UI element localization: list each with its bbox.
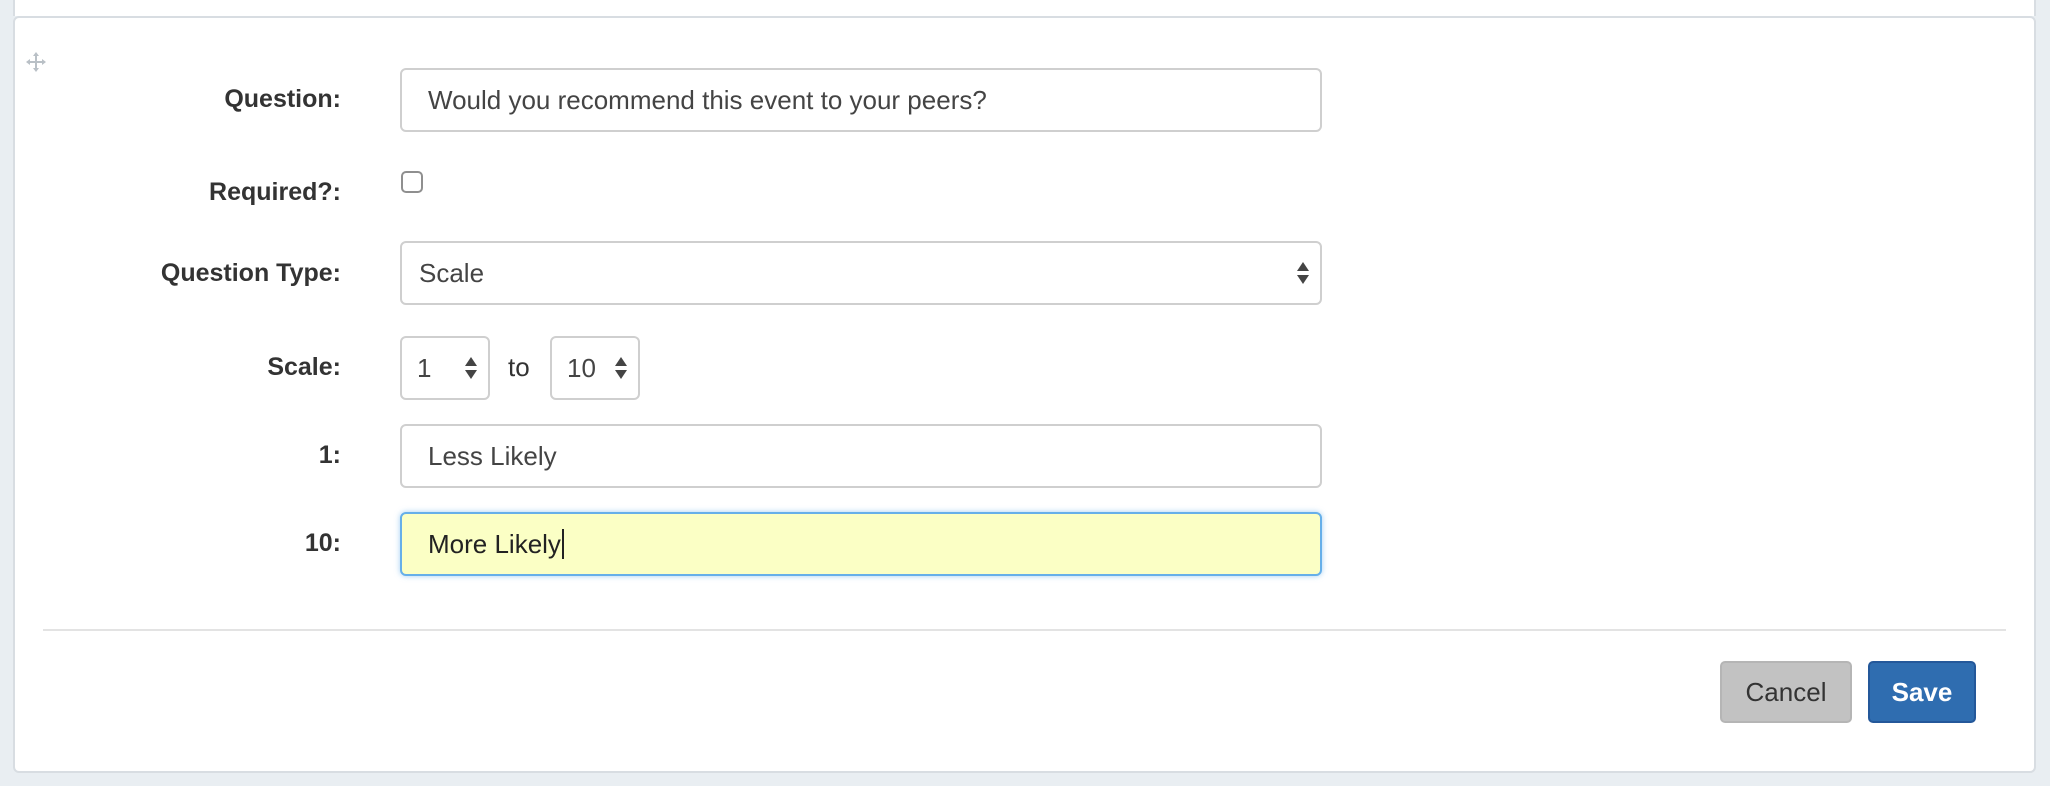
question-input-value: Would you recommend this event to your p… [428, 84, 987, 115]
scale-max-text-value: More Likely [428, 528, 561, 559]
question-type-select[interactable]: Scale [400, 241, 1322, 305]
question-input[interactable]: Would you recommend this event to your p… [400, 68, 1322, 132]
select-arrows-icon [614, 355, 628, 381]
save-button[interactable]: Save [1868, 661, 1976, 723]
form-divider [43, 629, 2006, 631]
required-label: Required?: [209, 178, 341, 206]
select-arrows-icon [1296, 260, 1310, 286]
select-arrows-icon [464, 355, 478, 381]
scale-min-value: 1 [417, 352, 432, 383]
scale-max-text-label: 10: [304, 529, 341, 557]
scale-to-label: to [508, 352, 530, 382]
required-checkbox[interactable] [401, 171, 423, 193]
scale-label: Scale: [267, 353, 341, 381]
scale-max-text-input[interactable]: More Likely [400, 512, 1322, 576]
move-icon[interactable] [25, 51, 47, 73]
panel-top-edge [13, 0, 2036, 16]
scale-min-text-label: 1: [318, 441, 341, 469]
question-type-value: Scale [419, 257, 485, 288]
cancel-button[interactable]: Cancel [1720, 661, 1852, 723]
scale-min-select[interactable]: 1 [400, 336, 490, 400]
question-label: Question: [224, 85, 341, 113]
scale-min-text-value: Less Likely [428, 440, 557, 471]
text-caret [561, 529, 564, 559]
scale-min-text-input[interactable]: Less Likely [400, 424, 1322, 488]
question-type-label: Question Type: [160, 259, 341, 287]
scale-max-value: 10 [567, 352, 596, 383]
scale-max-select[interactable]: 10 [550, 336, 640, 400]
